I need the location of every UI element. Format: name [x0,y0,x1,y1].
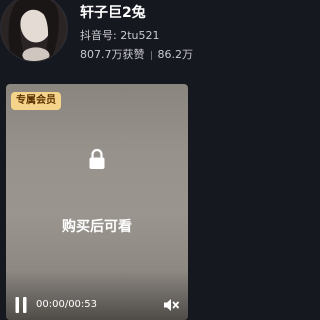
avatar[interactable] [0,0,68,62]
profile-douyin-id: 抖音号: 2tu521 [80,29,160,42]
pause-icon[interactable] [14,296,28,314]
video-card[interactable]: 专属会员 购买后可看 00:00/00:53 [6,84,188,320]
followers-count: 86.2万 [157,48,194,61]
mute-icon[interactable] [162,296,180,314]
vip-badge: 专属会员 [11,92,61,110]
video-controls: 00:00/00:53 [6,294,188,320]
likes-count: 807.7万获赞 [80,48,145,61]
video-time: 00:00/00:53 [36,299,98,310]
page: 轩子巨2兔 抖音号: 2tu521 807.7万获赞 86.2万 专属会员 购买后… [0,0,200,320]
purchase-to-view-text[interactable]: 购买后可看 [6,216,188,236]
stats-divider [150,50,152,60]
lock-icon [88,148,106,170]
profile-header: 轩子巨2兔 抖音号: 2tu521 807.7万获赞 86.2万 [0,0,200,80]
avatar-image [1,0,67,61]
profile-stats: 807.7万获赞 86.2万 [80,46,200,62]
profile-name: 轩子巨2兔 [80,5,146,21]
